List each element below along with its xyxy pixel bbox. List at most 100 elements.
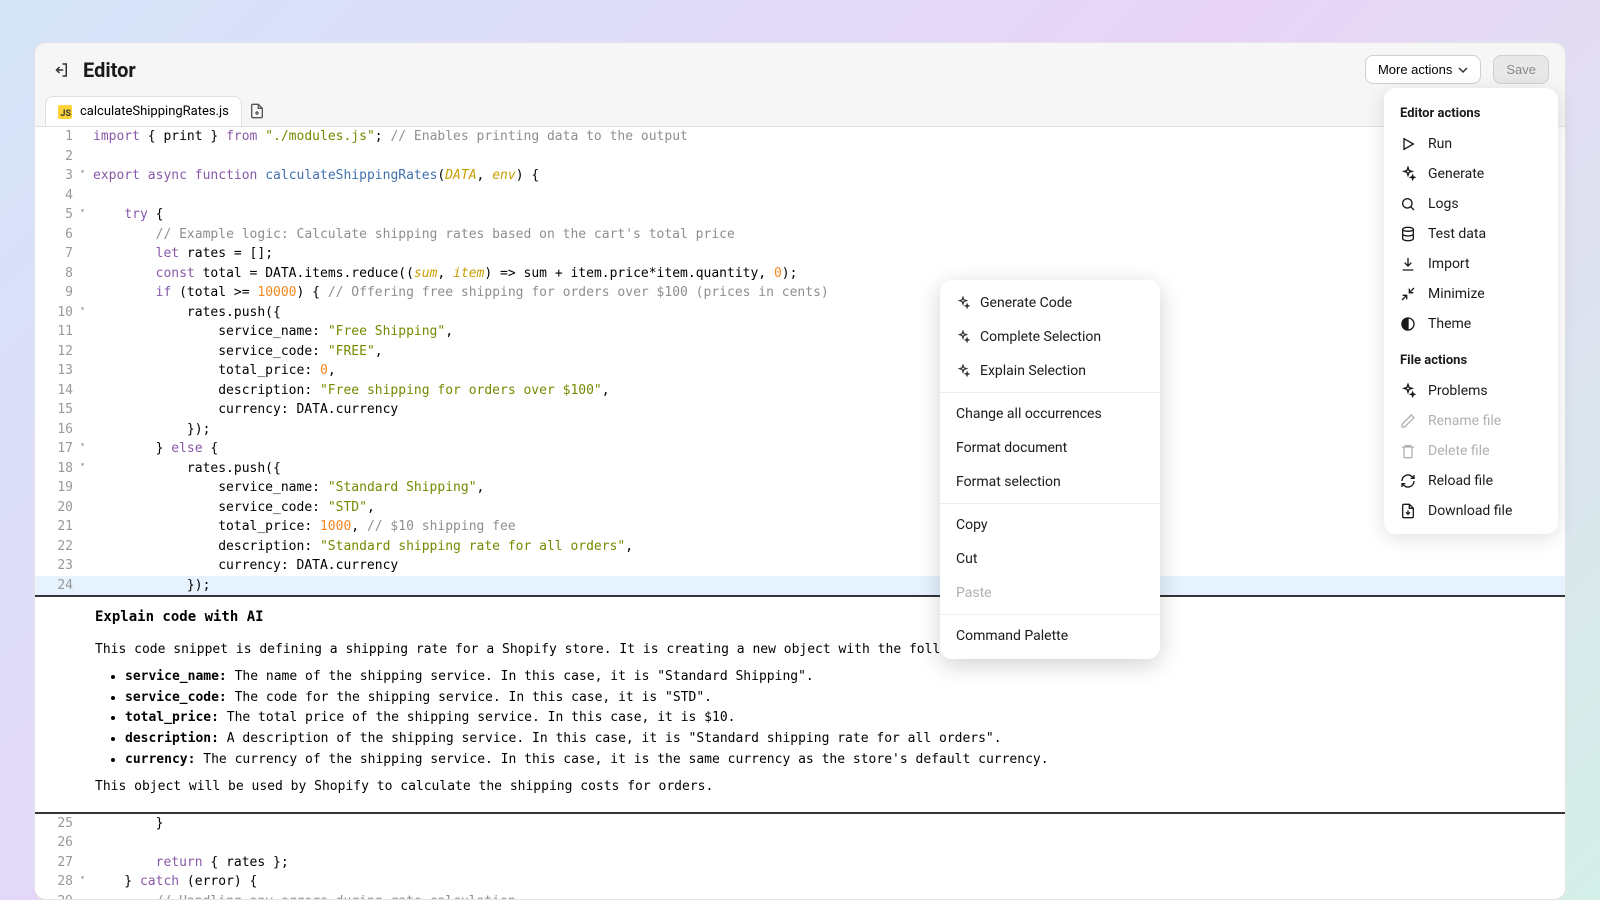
topbar: Editor More actions Save	[35, 43, 1565, 96]
context-menu-item[interactable]: Explain Selection	[940, 354, 1160, 388]
code-line[interactable]: 15 currency: DATA.currency	[35, 400, 1565, 420]
context-menu-item[interactable]: Format selection	[940, 465, 1160, 499]
code-text[interactable]: service_code: "FREE",	[83, 342, 383, 362]
code-text[interactable]: import { print } from "./modules.js"; //…	[83, 127, 688, 147]
code-text[interactable]: try {	[83, 205, 163, 225]
action-item-download-file[interactable]: Download file	[1384, 496, 1558, 526]
code-text[interactable]: });	[83, 420, 210, 440]
context-menu-item[interactable]: Format document	[940, 431, 1160, 465]
code-line[interactable]: 23 currency: DATA.currency	[35, 556, 1565, 576]
code-text[interactable]	[83, 186, 93, 206]
code-line[interactable]: 4	[35, 186, 1565, 206]
code-text[interactable]: currency: DATA.currency	[83, 556, 398, 576]
tab-filename: calculateShippingRates.js	[80, 104, 229, 119]
save-button[interactable]: Save	[1493, 55, 1549, 84]
action-label: Download file	[1428, 503, 1512, 519]
code-line[interactable]: 13 total_price: 0,	[35, 361, 1565, 381]
code-text[interactable]: }	[83, 814, 163, 834]
line-number: 15	[35, 400, 83, 420]
code-text[interactable]	[83, 833, 93, 853]
code-text[interactable]: service_name: "Free Shipping",	[83, 322, 453, 342]
context-menu-item: Paste	[940, 576, 1160, 610]
more-actions-button[interactable]: More actions	[1365, 55, 1481, 84]
code-line[interactable]: 6 // Example logic: Calculate shipping r…	[35, 225, 1565, 245]
code-line[interactable]: 2	[35, 147, 1565, 167]
code-text[interactable]: service_name: "Standard Shipping",	[83, 478, 484, 498]
context-menu-item[interactable]: Change all occurrences	[940, 397, 1160, 431]
menu-separator	[940, 503, 1160, 504]
code-text[interactable]: let rates = [];	[83, 244, 273, 264]
minimize-icon	[1400, 286, 1416, 302]
code-line[interactable]: 1import { print } from "./modules.js"; /…	[35, 127, 1565, 147]
action-item-reload-file[interactable]: Reload file	[1384, 466, 1558, 496]
context-menu-item[interactable]: Generate Code	[940, 286, 1160, 320]
code-text[interactable]: total_price: 1000, // $10 shipping fee	[83, 517, 516, 537]
code-line[interactable]: 14 description: "Free shipping for order…	[35, 381, 1565, 401]
code-text[interactable]: } catch (error) {	[83, 872, 257, 892]
action-item-run[interactable]: Run	[1384, 129, 1558, 159]
code-line[interactable]: 16 });	[35, 420, 1565, 440]
action-item-test-data[interactable]: Test data	[1384, 219, 1558, 249]
code-line[interactable]: 22 description: "Standard shipping rate …	[35, 537, 1565, 557]
action-item-problems[interactable]: Problems	[1384, 376, 1558, 406]
code-line[interactable]: 18 rates.push({	[35, 459, 1565, 479]
action-label: Import	[1428, 256, 1470, 272]
code-line[interactable]: 10 rates.push({	[35, 303, 1565, 323]
code-text[interactable]: if (total >= 10000) { // Offering free s…	[83, 283, 829, 303]
line-number: 14	[35, 381, 83, 401]
context-menu-item[interactable]: Command Palette	[940, 619, 1160, 653]
more-actions-label: More actions	[1378, 62, 1452, 77]
code-text[interactable]: service_code: "STD",	[83, 498, 375, 518]
code-text[interactable]: export async function calculateShippingR…	[83, 166, 539, 186]
code-line[interactable]: 24 });	[35, 576, 1565, 596]
action-item-import[interactable]: Import	[1384, 249, 1558, 279]
code-line[interactable]: 27 return { rates };	[35, 853, 1565, 873]
code-text[interactable]: } else {	[83, 439, 218, 459]
code-line[interactable]: 28 } catch (error) {	[35, 872, 1565, 892]
code-text[interactable]: total_price: 0,	[83, 361, 336, 381]
code-line[interactable]: 21 total_price: 1000, // $10 shipping fe…	[35, 517, 1565, 537]
code-text[interactable]: description: "Standard shipping rate for…	[83, 537, 633, 557]
db-icon	[1400, 226, 1416, 242]
back-icon[interactable]	[51, 60, 71, 80]
explain-bullet: service_name: The name of the shipping s…	[125, 667, 1551, 688]
code-line[interactable]: 8 const total = DATA.items.reduce((sum, …	[35, 264, 1565, 284]
code-text[interactable]: // Handling any errors during rate calcu…	[83, 892, 516, 900]
pencil-icon	[1400, 413, 1416, 429]
new-file-icon[interactable]	[248, 102, 266, 120]
code-line[interactable]: 26	[35, 833, 1565, 853]
action-item-generate[interactable]: Generate	[1384, 159, 1558, 189]
code-text[interactable]: // Example logic: Calculate shipping rat…	[83, 225, 735, 245]
code-line[interactable]: 29 // Handling any errors during rate ca…	[35, 892, 1565, 900]
code-text[interactable]	[83, 147, 93, 167]
code-line[interactable]: 12 service_code: "FREE",	[35, 342, 1565, 362]
code-line[interactable]: 17 } else {	[35, 439, 1565, 459]
sparkle-icon	[1400, 166, 1416, 182]
code-line[interactable]: 5 try {	[35, 205, 1565, 225]
code-line[interactable]: 20 service_code: "STD",	[35, 498, 1565, 518]
code-editor[interactable]: 1import { print } from "./modules.js"; /…	[35, 126, 1565, 900]
menu-separator	[940, 392, 1160, 393]
code-text[interactable]: });	[83, 576, 210, 596]
context-menu-item[interactable]: Complete Selection	[940, 320, 1160, 354]
context-menu-item[interactable]: Cut	[940, 542, 1160, 576]
code-line[interactable]: 11 service_name: "Free Shipping",	[35, 322, 1565, 342]
code-text[interactable]: description: "Free shipping for orders o…	[83, 381, 610, 401]
code-line[interactable]: 25 }	[35, 814, 1565, 834]
code-text[interactable]: return { rates };	[83, 853, 289, 873]
code-text[interactable]: rates.push({	[83, 303, 281, 323]
code-text[interactable]: currency: DATA.currency	[83, 400, 398, 420]
code-line[interactable]: 7 let rates = [];	[35, 244, 1565, 264]
js-badge-icon: JS	[58, 105, 72, 119]
code-line[interactable]: 19 service_name: "Standard Shipping",	[35, 478, 1565, 498]
context-menu-item[interactable]: Copy	[940, 508, 1160, 542]
action-label: Minimize	[1428, 286, 1485, 302]
code-line[interactable]: 9 if (total >= 10000) { // Offering free…	[35, 283, 1565, 303]
action-item-theme[interactable]: Theme	[1384, 309, 1558, 339]
tab-file[interactable]: JS calculateShippingRates.js	[45, 96, 242, 126]
action-item-logs[interactable]: Logs	[1384, 189, 1558, 219]
code-text[interactable]: rates.push({	[83, 459, 281, 479]
code-line[interactable]: 3export async function calculateShipping…	[35, 166, 1565, 186]
code-text[interactable]: const total = DATA.items.reduce((sum, it…	[83, 264, 797, 284]
action-item-minimize[interactable]: Minimize	[1384, 279, 1558, 309]
